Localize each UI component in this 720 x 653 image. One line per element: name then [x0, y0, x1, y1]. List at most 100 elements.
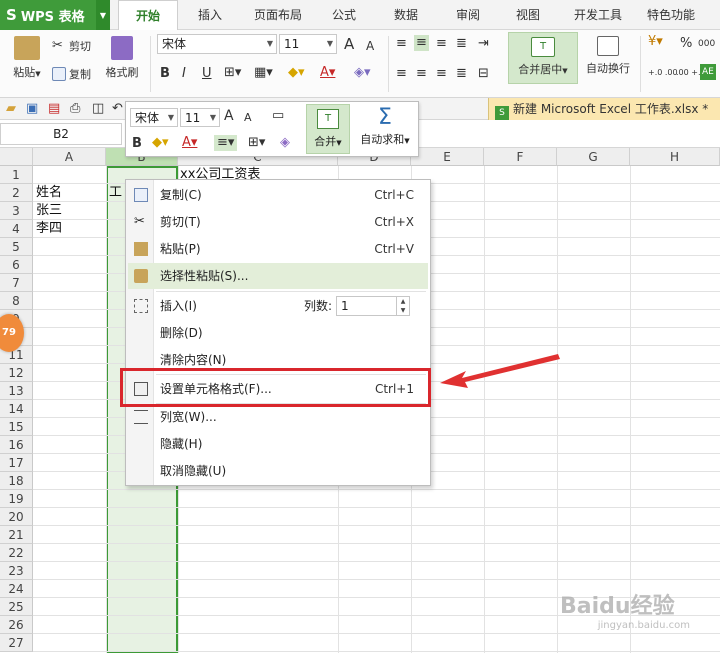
row-header-3[interactable]: 3	[0, 202, 33, 220]
row-header-24[interactable]: 24	[0, 580, 33, 598]
menu-item-hide[interactable]: 隐藏(H)	[128, 431, 428, 457]
cell-a2[interactable]: 姓名	[36, 184, 62, 202]
tab-developer[interactable]: 开发工具	[568, 0, 628, 30]
tab-home[interactable]: 开始	[118, 0, 178, 31]
row-header-2[interactable]: 2	[0, 184, 33, 202]
distribute-icon[interactable]: ⊟	[478, 66, 489, 82]
font-color-button[interactable]: A▾	[320, 65, 335, 81]
mini-border-icon[interactable]: ⊞▾	[248, 135, 265, 151]
mini-font-size-select[interactable]: 11 ▼	[180, 108, 220, 127]
tab-formula[interactable]: 公式	[326, 0, 362, 30]
pdf-icon[interactable]: ▤	[48, 101, 60, 117]
italic-button[interactable]: I	[182, 66, 186, 82]
align-center-icon[interactable]: ≡	[416, 66, 427, 82]
align-left-icon[interactable]: ≡	[396, 66, 407, 82]
menu-item-insert[interactable]: 插入(I) 列数: 1 ▲ ▼	[128, 293, 428, 319]
row-header-20[interactable]: 20	[0, 508, 33, 526]
row-header-13[interactable]: 13	[0, 382, 33, 400]
mini-wrap-icon[interactable]: ▭	[272, 108, 284, 124]
row-header-12[interactable]: 12	[0, 364, 33, 382]
row-header-8[interactable]: 8	[0, 292, 33, 310]
column-count-stepper[interactable]: 1 ▲ ▼	[336, 296, 410, 316]
clear-format-button[interactable]: ◈▾	[354, 65, 371, 81]
cell-a3[interactable]: 张三	[36, 202, 62, 220]
row-header-6[interactable]: 6	[0, 256, 33, 274]
mini-align-icon[interactable]: ≡▾	[214, 135, 238, 151]
row-header-23[interactable]: 23	[0, 562, 33, 580]
number-format-icon[interactable]: AE	[700, 64, 716, 80]
shrink-font-button[interactable]: A	[366, 38, 374, 54]
stepper-arrows-icon[interactable]: ▲ ▼	[396, 297, 409, 315]
menu-item-paste-special[interactable]: 选择性粘贴(S)...	[128, 263, 428, 289]
menu-item-cut[interactable]: ✂ 剪切(T) Ctrl+X	[128, 209, 428, 235]
paste-button[interactable]: 粘贴▼	[8, 36, 46, 80]
column-header-g[interactable]: G	[557, 148, 630, 166]
preview-icon[interactable]: ◫	[92, 101, 104, 117]
row-header-22[interactable]: 22	[0, 544, 33, 562]
tab-page-layout[interactable]: 页面布局	[248, 0, 308, 30]
row-header-19[interactable]: 19	[0, 490, 33, 508]
menu-item-copy[interactable]: 复制(C) Ctrl+C	[128, 182, 428, 208]
mini-merge-button[interactable]: T 合并▼	[306, 104, 350, 154]
menu-item-column-width[interactable]: 列宽(W)...	[128, 404, 428, 430]
fill-color-button[interactable]: ◆▾	[288, 65, 305, 81]
mini-bold-button[interactable]: B	[132, 136, 142, 152]
print-icon[interactable]: ⎙	[70, 101, 80, 117]
name-box[interactable]: B2	[0, 123, 122, 145]
grow-font-button[interactable]: A	[344, 36, 354, 52]
app-menu-button[interactable]: S WPS 表格 ▼	[0, 0, 110, 30]
cell-style-button[interactable]: ▦▾	[254, 65, 273, 81]
font-size-select[interactable]: 11 ▼	[279, 34, 337, 54]
undo-icon[interactable]: ↶	[112, 101, 123, 117]
mini-fill-color-icon[interactable]: ◆▾	[152, 135, 169, 151]
row-header-14[interactable]: 14	[0, 400, 33, 418]
increase-decimal-button[interactable]: +.0 .00	[648, 68, 678, 77]
align-top-icon[interactable]: ≡	[396, 36, 407, 52]
currency-icon[interactable]: ¥▾	[648, 34, 663, 50]
mini-grow-font-icon[interactable]: A	[224, 108, 234, 124]
open-folder-icon[interactable]: ▰	[6, 101, 16, 117]
underline-button[interactable]: U	[202, 66, 212, 82]
merge-center-button[interactable]: T 合并居中▼	[508, 32, 578, 84]
row-header-17[interactable]: 17	[0, 454, 33, 472]
row-header-27[interactable]: 27	[0, 634, 33, 652]
wrap-text-button[interactable]: 自动换行	[580, 36, 636, 76]
align-middle-icon[interactable]: ≡	[414, 35, 429, 51]
save-icon[interactable]: ▣	[26, 101, 38, 117]
row-header-1[interactable]: 1	[0, 166, 33, 184]
font-name-select[interactable]: 宋体 ▼	[157, 34, 277, 54]
menu-item-paste[interactable]: 粘贴(P) Ctrl+V	[128, 236, 428, 262]
row-header-26[interactable]: 26	[0, 616, 33, 634]
cut-button[interactable]: ✂ 剪切	[52, 38, 91, 54]
row-header-16[interactable]: 16	[0, 436, 33, 454]
column-header-e[interactable]: E	[411, 148, 484, 166]
mini-brush-icon[interactable]: ◈	[280, 135, 290, 151]
percent-button[interactable]: %	[680, 36, 692, 52]
row-header-5[interactable]: 5	[0, 238, 33, 256]
document-tab[interactable]: S 新建 Microsoft Excel 工作表.xlsx *	[488, 98, 720, 120]
row-header-25[interactable]: 25	[0, 598, 33, 616]
row-header-15[interactable]: 15	[0, 418, 33, 436]
menu-item-delete[interactable]: 删除(D)	[128, 320, 428, 346]
mini-font-name-select[interactable]: 宋体 ▼	[130, 108, 178, 127]
border-button[interactable]: ⊞▾	[224, 65, 241, 81]
tab-review[interactable]: 审阅	[448, 0, 488, 30]
select-all-corner[interactable]	[0, 148, 33, 166]
justify-icon[interactable]: ≣	[456, 66, 467, 82]
align-right-icon[interactable]: ≡	[436, 66, 447, 82]
mini-font-color-icon[interactable]: A▾	[182, 135, 197, 151]
mini-shrink-font-icon[interactable]: A	[244, 110, 252, 126]
copy-button[interactable]: 复制	[52, 66, 91, 82]
row-header-21[interactable]: 21	[0, 526, 33, 544]
tab-data[interactable]: 数据	[388, 0, 424, 30]
column-header-h[interactable]: H	[630, 148, 720, 166]
indent-icon[interactable]: ⇥	[478, 36, 489, 52]
bold-button[interactable]: B	[160, 66, 170, 82]
column-header-f[interactable]: F	[484, 148, 557, 166]
mini-autosum-button[interactable]: Σ 自动求和▼	[354, 104, 416, 154]
tab-special[interactable]: 特色功能	[642, 0, 700, 30]
row-header-18[interactable]: 18	[0, 472, 33, 490]
menu-item-unhide[interactable]: 取消隐藏(U)	[128, 458, 428, 484]
row-header-4[interactable]: 4	[0, 220, 33, 238]
row-header-7[interactable]: 7	[0, 274, 33, 292]
